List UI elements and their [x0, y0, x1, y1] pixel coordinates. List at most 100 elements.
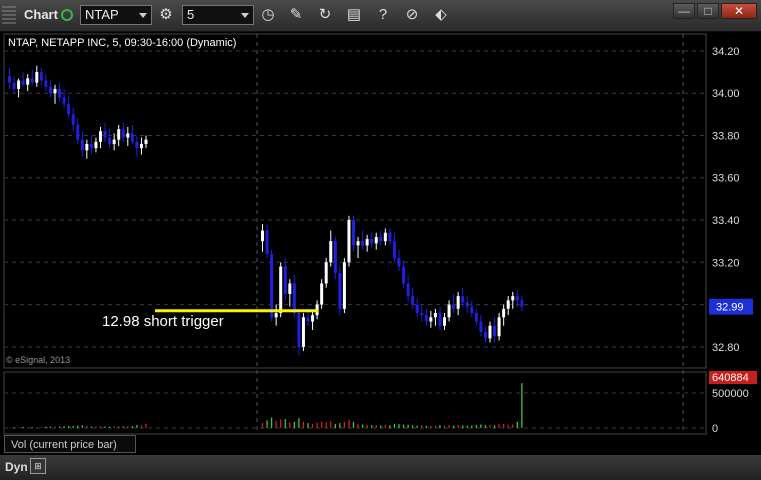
price-tick-label: 33.40 [712, 215, 740, 227]
candle-body [117, 129, 121, 140]
candle-body [324, 262, 328, 284]
candle-body [502, 308, 506, 318]
dyn-toggle-icon[interactable]: ⊞ [30, 458, 46, 474]
candle-body [144, 139, 148, 144]
candle-body [365, 239, 369, 246]
candle-body [438, 313, 442, 326]
candle-body [520, 300, 524, 307]
candle-body [333, 241, 337, 273]
candle-body [311, 315, 315, 322]
candle-body [261, 230, 264, 242]
candle-body [306, 317, 310, 322]
candle-body [483, 332, 487, 339]
candle-body [392, 241, 396, 259]
candle-body [99, 131, 102, 142]
candle-body [103, 131, 107, 138]
candle-body [370, 239, 374, 244]
candle-body [279, 266, 283, 314]
candle-body [415, 304, 419, 314]
candle-body [12, 82, 16, 89]
candle-body [48, 86, 52, 94]
candle-body [456, 296, 460, 309]
candle-body [265, 230, 269, 254]
candle-body [379, 236, 383, 242]
candle-body [429, 317, 433, 322]
candle-body [406, 283, 410, 297]
candle-body [139, 143, 143, 149]
bottom-bar: Dyn ⊞ [0, 455, 761, 480]
candle-body [8, 76, 11, 83]
study-label[interactable]: Vol (current price bar) [4, 435, 136, 453]
candle-body [342, 262, 346, 309]
trigger-annotation: 12.98 short trigger [102, 313, 224, 330]
candle-body [53, 88, 57, 94]
candle-body [67, 103, 71, 115]
candle-body [420, 313, 424, 316]
price-tick-label: 33.20 [712, 257, 740, 269]
candle-body [452, 304, 456, 309]
price-tick-label: 34.00 [712, 88, 740, 100]
candle-body [347, 220, 351, 263]
candle-body [411, 296, 415, 305]
candle-body [292, 283, 296, 314]
candle-body [80, 139, 84, 151]
candle-body [297, 313, 301, 347]
candle-body [121, 129, 125, 138]
candle-body [94, 141, 98, 149]
candle-body [470, 306, 474, 314]
candle-body [338, 272, 342, 309]
volume-tick-label: 500000 [712, 388, 749, 400]
volume-pane [3, 371, 707, 435]
candle-body [320, 283, 324, 305]
candle-body [76, 124, 80, 140]
candle-body [447, 304, 451, 318]
candle-body [374, 236, 378, 244]
candle-body [388, 232, 392, 242]
price-chart[interactable]: 34.2034.0033.8033.6033.4033.2033.0032.80… [0, 0, 761, 455]
candle-body [383, 232, 387, 242]
candle-body [126, 133, 130, 138]
price-tick-label: 34.20 [712, 46, 740, 58]
candle-body [515, 296, 519, 301]
candle-body [71, 114, 75, 125]
candle-body [356, 241, 360, 246]
candle-body [283, 266, 287, 295]
candle-body [352, 220, 355, 246]
candle-body [329, 241, 333, 263]
candle-body [21, 80, 25, 85]
candle-body [89, 143, 93, 149]
candle-body [17, 80, 21, 89]
candle-body [402, 266, 406, 284]
candle-body [270, 253, 274, 318]
volume-tick-label: 0 [712, 423, 718, 435]
candle-body [288, 283, 292, 295]
candle-body [26, 78, 30, 85]
candle-body [465, 302, 469, 307]
candle-body [488, 325, 492, 339]
candle-body [44, 80, 48, 87]
candle-body [108, 137, 112, 144]
candle-body [461, 296, 465, 303]
price-tick-label: 32.80 [712, 342, 740, 354]
candle-body [30, 78, 34, 83]
candle-body [58, 88, 62, 98]
candle-body [39, 72, 43, 81]
candle-body [506, 300, 510, 309]
dyn-label: Dyn [5, 460, 28, 474]
candle-body [474, 313, 478, 322]
last-price-label: 32.99 [716, 302, 744, 314]
candle-body [85, 143, 89, 151]
candle-body [511, 296, 515, 301]
candle-body [479, 321, 483, 333]
chart-header: NTAP, NETAPP INC, 5, 09:30-16:00 (Dynami… [8, 37, 237, 49]
price-tick-label: 33.80 [712, 130, 740, 142]
candle-body [130, 133, 134, 142]
candle-body [424, 315, 428, 322]
copyright-label: © eSignal, 2013 [6, 355, 71, 365]
last-volume-label: 640884 [712, 372, 749, 384]
candle-body [433, 313, 437, 318]
candle-body [301, 317, 305, 347]
candle-body [274, 313, 278, 318]
candle-body [112, 139, 116, 144]
candle-body [361, 241, 365, 246]
